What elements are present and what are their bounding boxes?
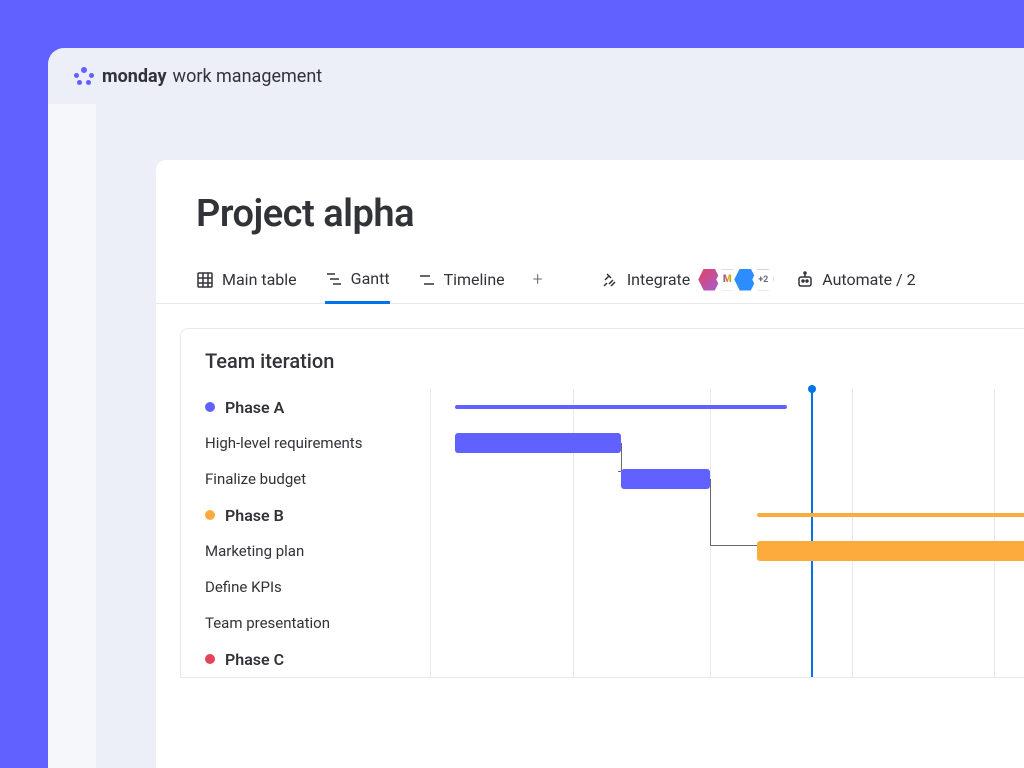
page-title: Project alpha — [156, 160, 1024, 256]
task-label: Define KPIs — [205, 578, 282, 596]
task-bar[interactable] — [757, 541, 1024, 561]
phase-dot-icon — [205, 402, 215, 412]
gantt-title: Team iteration — [181, 329, 1024, 389]
phase-label: Phase B — [225, 506, 284, 525]
task-row[interactable]: Team presentation — [181, 605, 430, 641]
phase-header[interactable]: Phase B — [181, 497, 430, 533]
robot-icon — [796, 271, 814, 289]
task-label: Marketing plan — [205, 542, 304, 560]
brand-name: monday — [102, 66, 167, 87]
task-bar[interactable] — [621, 469, 710, 489]
monday-logo-icon — [72, 64, 96, 88]
automate-button[interactable]: Automate / 2 — [796, 270, 915, 289]
gantt-labels-column: Phase A High-level requirements Finalize… — [181, 389, 431, 677]
phase-dot-icon — [205, 510, 215, 520]
task-row[interactable]: High-level requirements — [181, 425, 430, 461]
integration-icons: M +2 — [698, 269, 774, 291]
integrate-label: Integrate — [627, 270, 690, 289]
task-row[interactable]: Marketing plan — [181, 533, 430, 569]
sidebar — [48, 104, 96, 768]
task-label: High-level requirements — [205, 434, 362, 452]
window-header: monday work management — [48, 48, 1024, 104]
gantt-area: Team iteration Phase A High-level requir… — [156, 304, 1024, 678]
phase-header[interactable]: Phase A — [181, 389, 430, 425]
phase-dot-icon — [205, 654, 215, 664]
tabs-row: Main table Gantt Timeline + — [156, 256, 1024, 304]
gantt-chart-column[interactable] — [431, 389, 1024, 677]
task-row[interactable]: Finalize budget — [181, 461, 430, 497]
summary-bar[interactable] — [757, 513, 1024, 517]
gantt-icon — [325, 270, 343, 288]
task-row[interactable]: Define KPIs — [181, 569, 430, 605]
gantt-body: Phase A High-level requirements Finalize… — [181, 389, 1024, 677]
phase-label: Phase A — [225, 398, 284, 417]
integration-overflow[interactable]: +2 — [752, 269, 774, 291]
summary-bar[interactable] — [455, 405, 787, 409]
app-window: monday work management Project alpha Mai… — [48, 48, 1024, 768]
integrate-button[interactable]: Integrate M +2 — [601, 269, 774, 291]
brand-suffix: work management — [173, 66, 323, 87]
tab-main-table[interactable]: Main table — [196, 256, 297, 303]
phase-header[interactable]: Phase C — [181, 641, 430, 677]
task-bar[interactable] — [455, 433, 621, 453]
timeline-icon — [418, 271, 436, 289]
tab-timeline[interactable]: Timeline — [418, 256, 505, 303]
tab-gantt[interactable]: Gantt — [325, 257, 390, 304]
right-actions: Integrate M +2 Automate / 2 — [601, 269, 916, 291]
tab-label: Gantt — [351, 269, 390, 288]
grid-icon — [196, 271, 214, 289]
automate-label: Automate / 2 — [822, 270, 915, 289]
task-label: Finalize budget — [205, 470, 306, 488]
gantt-card: Team iteration Phase A High-level requir… — [180, 328, 1024, 678]
tab-label: Timeline — [444, 270, 505, 289]
phase-label: Phase C — [225, 650, 284, 669]
main-panel: Project alpha Main table Gantt Timeline — [156, 160, 1024, 768]
add-view-button[interactable]: + — [533, 269, 543, 290]
tab-label: Main table — [222, 270, 297, 289]
task-label: Team presentation — [205, 614, 330, 632]
plug-icon — [601, 271, 619, 289]
